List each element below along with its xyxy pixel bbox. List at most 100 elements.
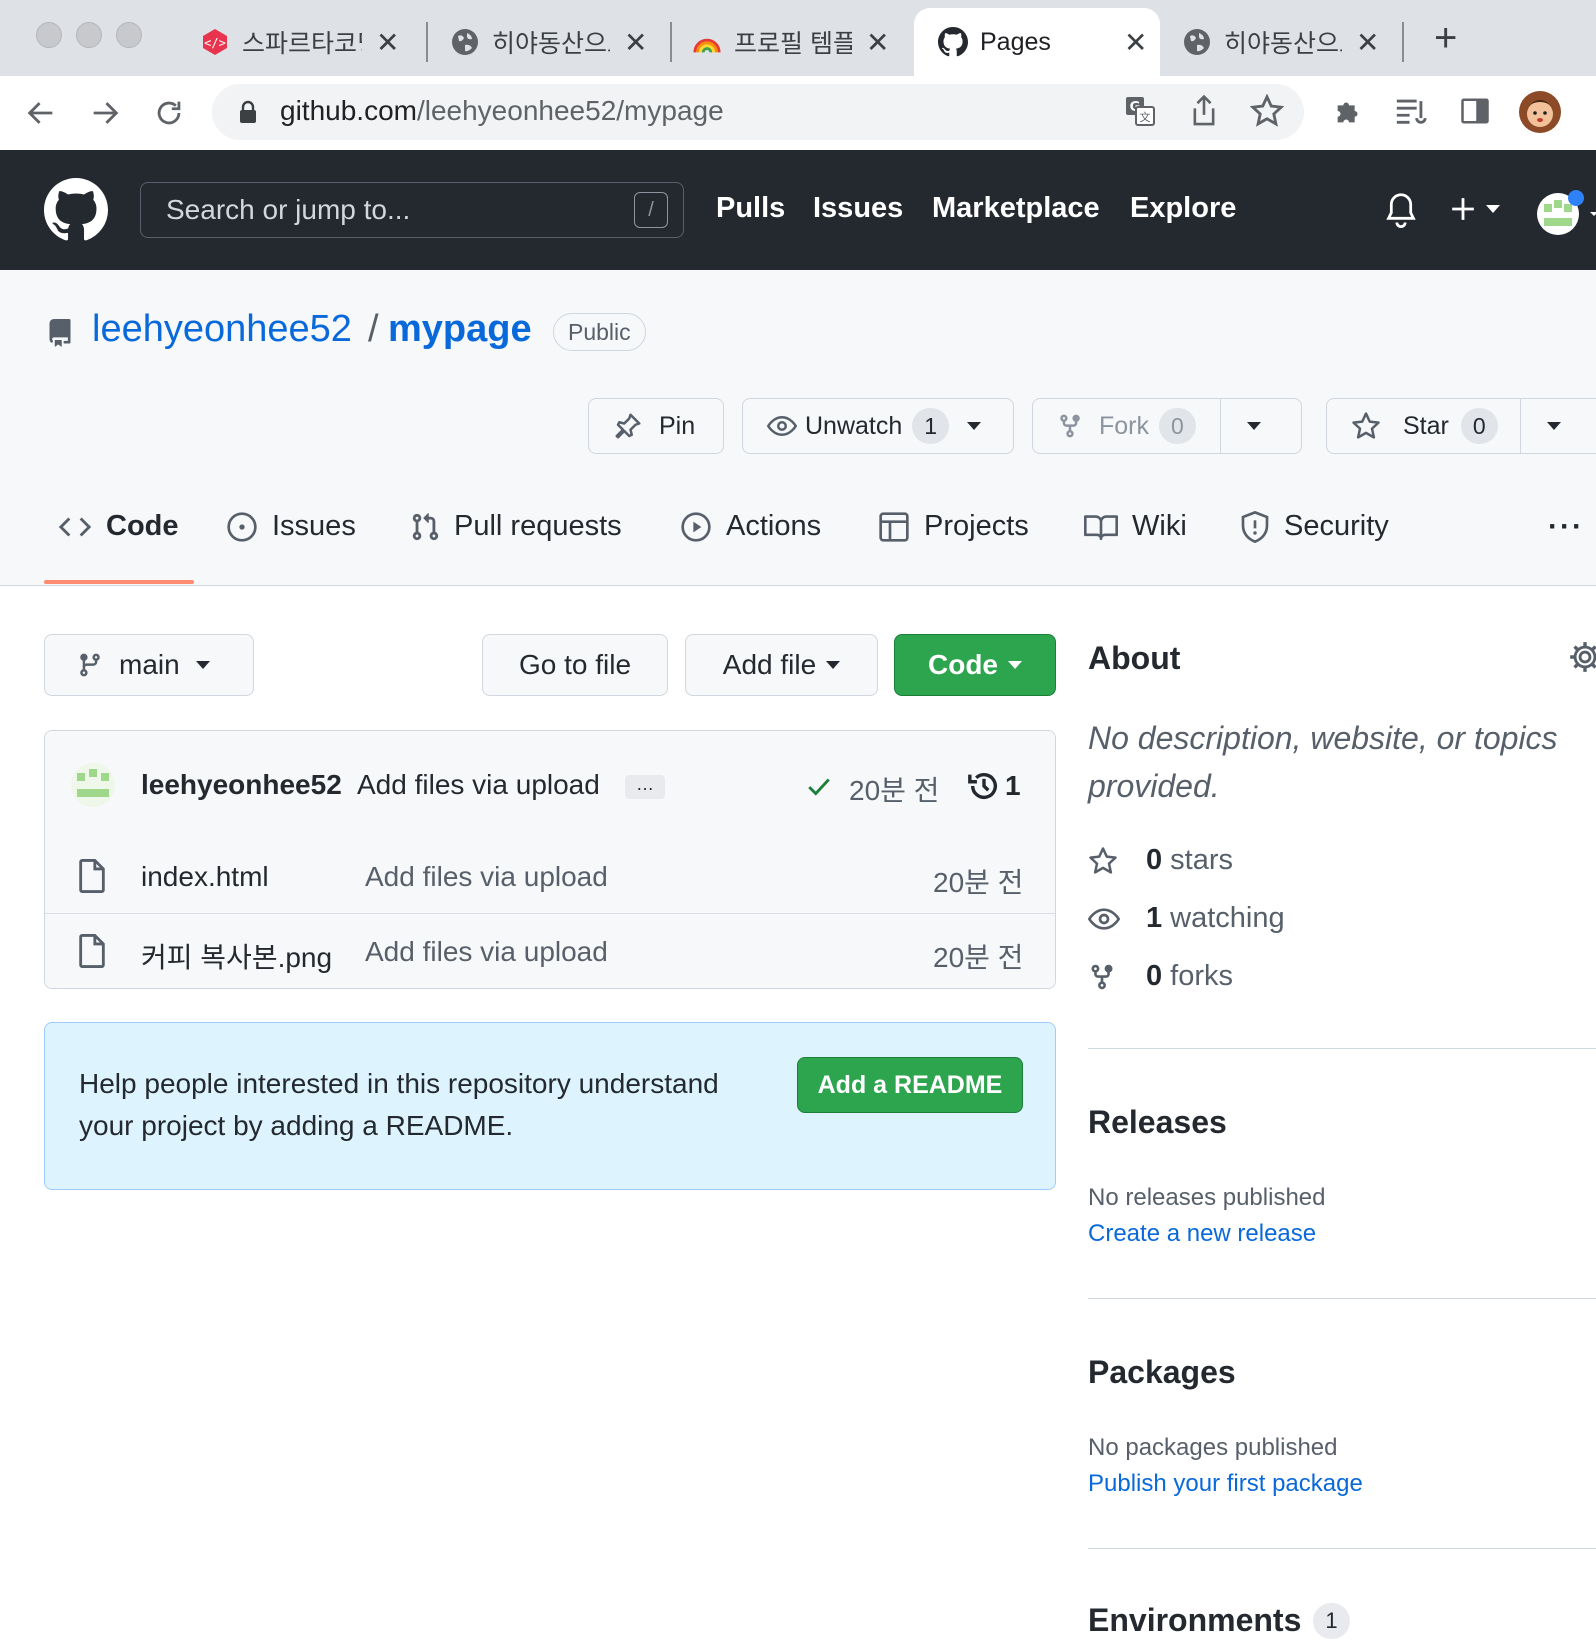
about-description: No description, website, or topics provi… — [1088, 720, 1558, 804]
window-zoom-light[interactable] — [116, 22, 142, 48]
share-icon[interactable] — [1188, 94, 1220, 128]
tab-label: Code — [106, 510, 179, 542]
file-commit-message[interactable]: Add files via upload — [365, 861, 608, 893]
releases-heading[interactable]: Releases — [1088, 1104, 1227, 1141]
close-icon[interactable]: ✕ — [1124, 26, 1147, 59]
chevron-down-icon[interactable] — [1546, 422, 1561, 430]
file-name-link[interactable]: 커피 복사본.png — [141, 936, 332, 976]
extensions-puzzle-icon[interactable] — [1332, 94, 1366, 128]
gear-icon[interactable] — [1568, 640, 1596, 674]
github-logo-icon[interactable] — [44, 178, 108, 242]
reload-icon[interactable] — [152, 96, 186, 130]
user-avatar-menu[interactable] — [1536, 190, 1596, 238]
close-icon[interactable]: ✕ — [376, 26, 399, 59]
spartacoding-favicon: </> — [200, 27, 230, 57]
commit-message[interactable]: Add files via upload — [357, 769, 600, 801]
forks-stat-link[interactable]: 0 forks — [1088, 960, 1233, 993]
repo-owner-link[interactable]: leehyeonhee52 — [92, 308, 352, 351]
close-icon[interactable]: ✕ — [866, 26, 889, 59]
window-minimize-light[interactable] — [76, 22, 102, 48]
close-icon[interactable]: ✕ — [1356, 26, 1379, 59]
table-row: 커피 복사본.png Add files via upload 20분 전 — [45, 913, 1055, 988]
create-new-dropdown[interactable] — [1450, 196, 1500, 222]
tab-security[interactable]: Security — [1240, 510, 1389, 543]
commit-time[interactable]: 20분 전 — [849, 769, 939, 809]
tab-separator — [670, 22, 672, 62]
tab-label: Security — [1284, 510, 1389, 542]
rainbow-favicon — [692, 27, 722, 57]
chevron-down-icon[interactable] — [1246, 422, 1261, 430]
packages-heading[interactable]: Packages — [1088, 1354, 1236, 1391]
tab-pull-requests[interactable]: Pull requests — [410, 510, 622, 543]
tab-projects[interactable]: Projects — [878, 510, 1029, 543]
profile-avatar[interactable] — [1518, 90, 1562, 134]
reading-list-icon[interactable] — [1394, 96, 1428, 126]
commit-ellipsis-button[interactable]: … — [625, 775, 665, 799]
file-commit-time: 20분 전 — [933, 867, 1024, 898]
lock-icon[interactable] — [238, 100, 258, 124]
code-download-button[interactable]: Code — [894, 634, 1056, 696]
check-icon[interactable] — [805, 773, 833, 799]
tab-wiki[interactable]: Wiki — [1084, 510, 1187, 543]
tab-issues[interactable]: Issues — [226, 510, 356, 543]
new-tab-button[interactable]: + — [1434, 16, 1457, 61]
tab-label: Wiki — [1132, 510, 1187, 542]
fork-button[interactable]: Fork 0 — [1032, 398, 1302, 454]
author-avatar[interactable] — [71, 763, 115, 807]
file-name-link[interactable]: index.html — [141, 861, 269, 893]
repo-name-link[interactable]: mypage — [388, 308, 532, 351]
bookmark-star-icon[interactable] — [1250, 94, 1284, 128]
chevron-down-icon — [1486, 205, 1500, 213]
history-icon — [968, 772, 998, 799]
commit-history-link[interactable]: 1 — [967, 769, 1021, 803]
watch-label: Unwatch — [805, 411, 903, 440]
fork-icon — [1091, 964, 1113, 989]
commit-author[interactable]: leehyeonhee52 — [141, 769, 342, 801]
forward-arrow-icon[interactable] — [88, 96, 122, 130]
browser-tab[interactable]: 히야동산으로 ✕ — [1182, 8, 1392, 76]
browser-tab-active[interactable]: Pages ✕ — [914, 8, 1160, 76]
add-readme-button[interactable]: Add a README — [797, 1057, 1023, 1113]
branch-select-button[interactable]: main — [44, 634, 254, 696]
tab-code[interactable]: Code — [58, 510, 179, 543]
url-text[interactable]: github.com/leehyeonhee52/mypage — [280, 95, 724, 127]
more-tabs-icon[interactable]: ··· — [1548, 510, 1584, 544]
forks-count: 0 — [1146, 960, 1163, 992]
translate-icon[interactable]: G文 — [1124, 95, 1156, 127]
back-arrow-icon[interactable] — [24, 96, 58, 130]
nav-marketplace[interactable]: Marketplace — [932, 192, 1100, 225]
create-release-link[interactable]: Create a new release — [1088, 1220, 1316, 1248]
tab-actions[interactable]: Actions — [680, 510, 821, 543]
pin-button[interactable]: Pin — [588, 398, 724, 454]
file-commit-message[interactable]: Add files via upload — [365, 936, 608, 968]
add-file-button[interactable]: Add file — [685, 634, 878, 696]
publish-package-link[interactable]: Publish your first package — [1088, 1470, 1363, 1498]
sidebar-divider — [1088, 1548, 1596, 1549]
browser-tab[interactable]: </> 스파르타코딩 ✕ — [200, 8, 410, 76]
tab-title: Pages — [980, 27, 1051, 56]
nav-explore[interactable]: Explore — [1130, 192, 1236, 225]
star-button[interactable]: Star 0 — [1326, 398, 1596, 454]
tab-separator — [426, 22, 428, 62]
notifications-bell-icon[interactable] — [1384, 192, 1418, 228]
watch-button[interactable]: Unwatch 1 — [742, 398, 1014, 454]
add-file-label: Add file — [722, 649, 817, 680]
environments-heading-row[interactable]: Environments 1 — [1088, 1602, 1350, 1639]
shield-icon — [1241, 510, 1269, 543]
stars-stat-link[interactable]: 0 stars — [1088, 844, 1233, 877]
side-panel-icon[interactable] — [1460, 96, 1490, 126]
fork-label: Fork — [1099, 411, 1149, 440]
close-icon[interactable]: ✕ — [624, 26, 647, 59]
browser-tab[interactable]: 프로필 템플릿 ✕ — [692, 8, 902, 76]
branch-name: main — [119, 649, 180, 680]
tab-label: Projects — [924, 510, 1029, 542]
go-to-file-button[interactable]: Go to file — [482, 634, 668, 696]
book-icon — [1084, 514, 1118, 540]
window-close-light[interactable] — [36, 22, 62, 48]
browser-tab[interactable]: 히야동산으로 ✕ — [450, 8, 660, 76]
watching-stat-link[interactable]: 1 watching — [1088, 902, 1285, 935]
nav-pulls[interactable]: Pulls — [716, 192, 785, 225]
commit-count: 1 — [1005, 770, 1021, 801]
chevron-down-icon — [826, 661, 841, 669]
nav-issues[interactable]: Issues — [813, 192, 903, 225]
